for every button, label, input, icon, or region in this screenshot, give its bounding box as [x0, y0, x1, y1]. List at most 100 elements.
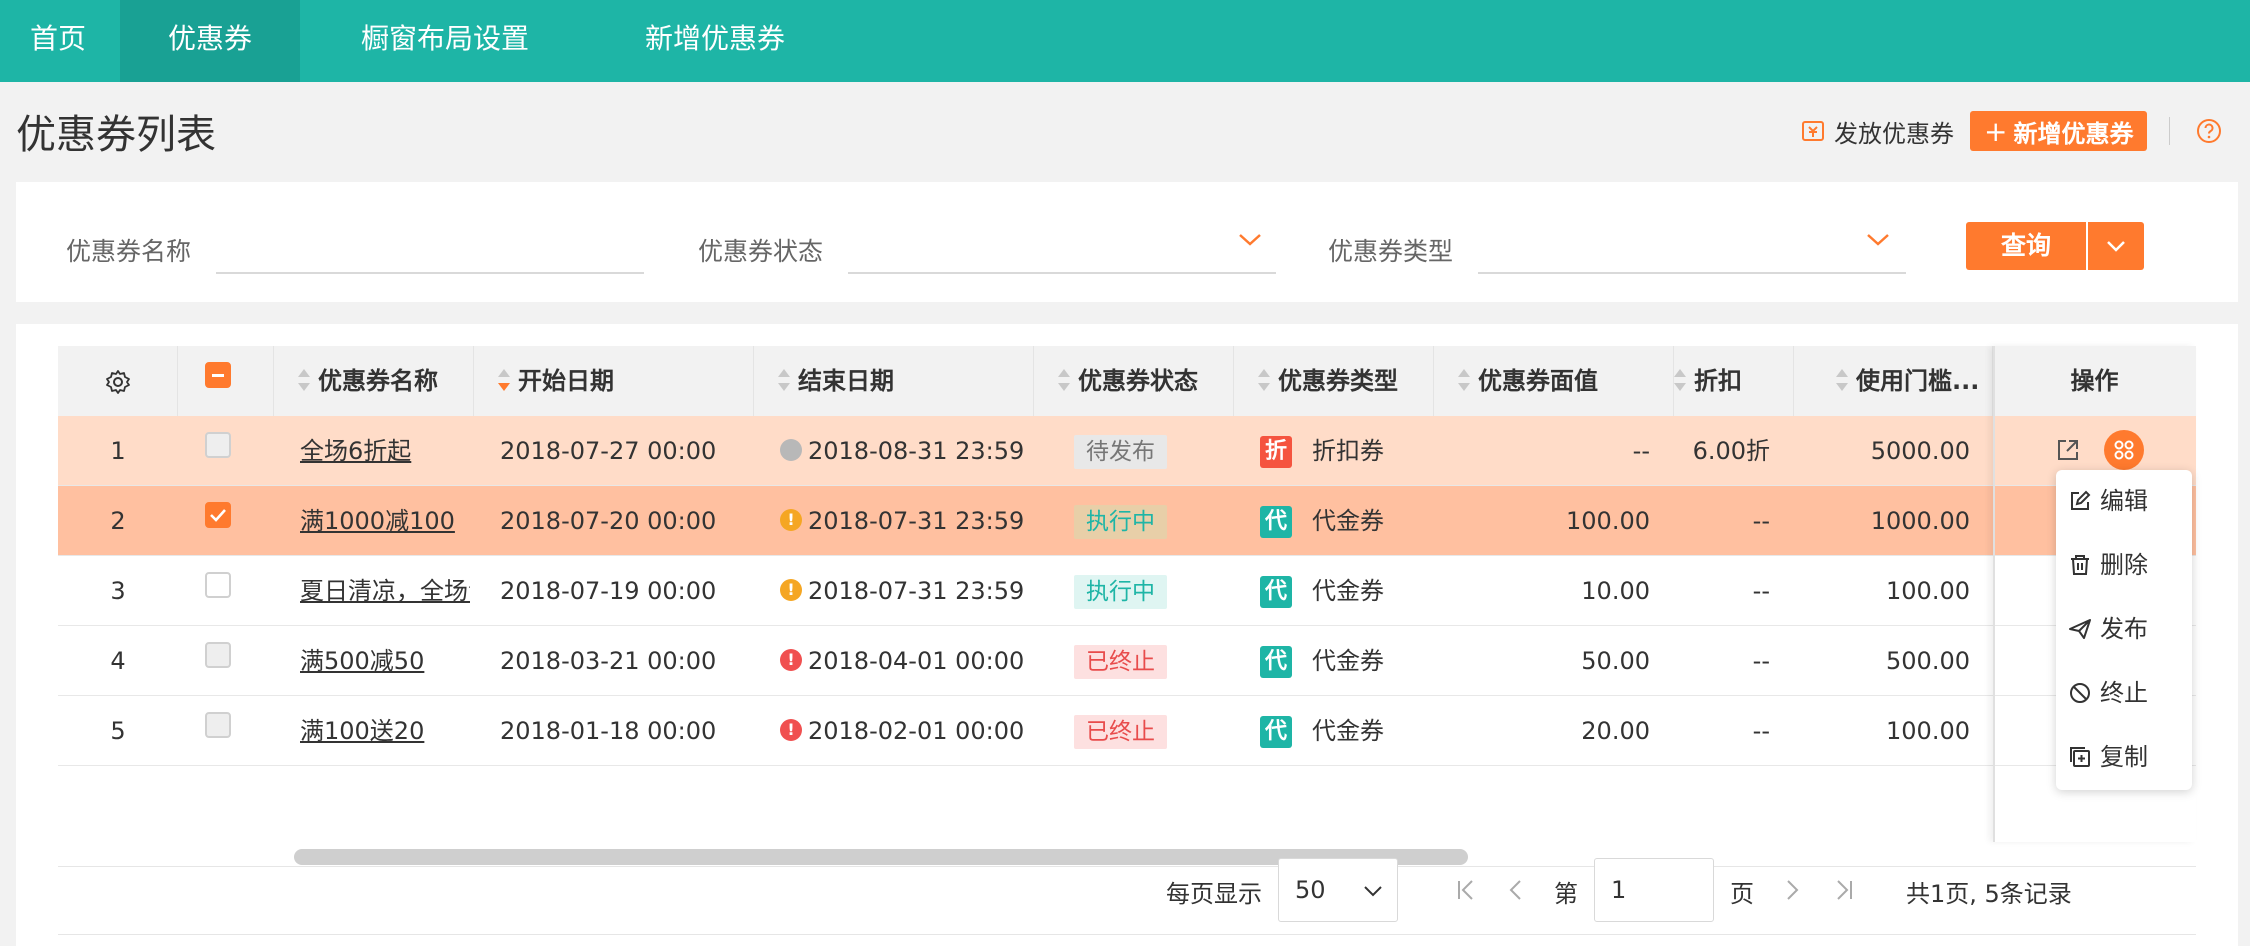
gear-icon[interactable]: [104, 368, 132, 396]
th-name-label: 优惠券名称: [318, 367, 438, 395]
th-discount-label: 折扣: [1694, 367, 1742, 395]
cash-type-icon: 代: [1260, 506, 1292, 538]
last-page-icon[interactable]: [1832, 878, 1856, 902]
row-checkbox[interactable]: [205, 502, 231, 528]
menu-item-edit[interactable]: 编辑: [2068, 481, 2148, 521]
row-checkbox[interactable]: [205, 712, 231, 738]
type-cell: 折折扣券: [1260, 416, 1430, 486]
face-value: 100.00: [1566, 507, 1650, 535]
check-icon: [210, 509, 226, 522]
start-date: 2018-01-18 00:00: [500, 717, 717, 745]
sort-icon[interactable]: [298, 369, 310, 391]
table-row[interactable]: 4 满500减50 2018-03-21 00:00 ! 2018-04-01 0…: [58, 626, 2196, 696]
coupon-type-select[interactable]: [1478, 272, 1906, 274]
th-end[interactable]: 结束日期: [754, 346, 1034, 416]
sort-icon[interactable]: [778, 369, 790, 391]
query-button[interactable]: 查询: [1966, 222, 2086, 270]
coupon-type: 代金券: [1312, 647, 1384, 675]
coupon-name-link[interactable]: 满100送20: [300, 717, 424, 745]
menu-item-copy[interactable]: 复制: [2068, 737, 2148, 777]
end-date-cell: ! 2018-07-31 23:59: [780, 556, 1030, 626]
next-page-icon[interactable]: [1780, 878, 1804, 902]
type-cell: 代代金券: [1260, 486, 1430, 556]
alert-icon: !: [780, 649, 802, 671]
status-badge: 待发布: [1074, 435, 1167, 469]
sort-icon[interactable]: [1458, 369, 1470, 391]
row-checkbox[interactable]: [205, 432, 231, 458]
sort-icon[interactable]: [1258, 369, 1270, 391]
chevron-down-icon[interactable]: [1864, 226, 1892, 254]
add-coupon-button[interactable]: + 新增优惠券: [1970, 111, 2148, 151]
tab-add-coupon[interactable]: 新增优惠券: [590, 0, 840, 82]
tab-coupons[interactable]: 优惠券: [120, 0, 300, 82]
tab-window-layout[interactable]: 橱窗布局设置: [300, 0, 590, 82]
th-discount[interactable]: 折扣: [1674, 346, 1794, 416]
menu-item-publish[interactable]: 发布: [2068, 609, 2148, 649]
table-row[interactable]: 2 满1000减100 2018-07-20 00:00 ! 2018-07-31…: [58, 486, 2196, 556]
discount-value: --: [1752, 577, 1770, 605]
per-page-label: 每页显示: [1166, 880, 1262, 908]
row-checkbox[interactable]: [205, 572, 231, 598]
plus-icon: +: [1984, 114, 2008, 148]
threshold-value: 100.00: [1886, 577, 1970, 605]
page-number-input[interactable]: 1: [1594, 858, 1714, 922]
sort-icon[interactable]: [1058, 369, 1070, 391]
sort-icon[interactable]: [1836, 369, 1848, 391]
status-cell: 待发布: [1074, 416, 1234, 486]
type-cell: 代代金券: [1260, 556, 1430, 626]
coupon-name-input[interactable]: [216, 272, 644, 274]
status-cell: 执行中: [1074, 486, 1234, 556]
query-dropdown-button[interactable]: [2088, 222, 2144, 270]
issue-coupon-button[interactable]: 发放优惠券: [1800, 114, 1954, 149]
coupon-status-select[interactable]: [848, 272, 1276, 274]
row-checkbox[interactable]: [205, 642, 231, 668]
column-settings[interactable]: [58, 346, 178, 416]
menu-item-delete[interactable]: 删除: [2068, 545, 2148, 585]
face-value: 20.00: [1581, 717, 1650, 745]
face-value: 10.00: [1581, 577, 1650, 605]
sort-desc-icon[interactable]: [498, 369, 510, 391]
prev-page-icon[interactable]: [1504, 878, 1528, 902]
per-page-select[interactable]: 50: [1278, 858, 1398, 922]
sort-icon[interactable]: [1674, 369, 1686, 391]
table-row[interactable]: 5 满100送20 2018-01-18 00:00 ! 2018-02-01 0…: [58, 696, 2196, 766]
send-icon: [2069, 619, 2091, 639]
tab-home[interactable]: 首页: [0, 0, 120, 82]
th-threshold[interactable]: 使用门槛...: [1794, 346, 1993, 416]
alert-icon: !: [780, 719, 802, 741]
start-date: 2018-07-19 00:00: [500, 577, 717, 605]
divider: [58, 934, 2196, 935]
th-face-value[interactable]: 优惠券面值: [1434, 346, 1674, 416]
th-end-label: 结束日期: [798, 367, 894, 395]
th-type[interactable]: 优惠券类型: [1234, 346, 1434, 416]
select-all-checkbox[interactable]: [205, 362, 231, 388]
end-date: 2018-02-01 00:00: [808, 717, 1025, 745]
coupon-name-link[interactable]: 满500减50: [300, 647, 424, 675]
chevron-down-icon: [1364, 886, 1382, 897]
status-cell: 执行中: [1074, 556, 1234, 626]
coupon-name-label: 优惠券名称: [66, 237, 192, 266]
add-coupon-label: 新增优惠券: [2013, 119, 2134, 148]
first-page-icon[interactable]: [1454, 878, 1478, 902]
coupon-name-link[interactable]: 夏日清凉，全场包: [300, 577, 470, 605]
cash-type-icon: 代: [1260, 646, 1292, 678]
coupon-name-link[interactable]: 全场6折起: [300, 437, 411, 465]
th-start[interactable]: 开始日期: [474, 346, 754, 416]
th-status[interactable]: 优惠券状态: [1034, 346, 1234, 416]
header-actions: 发放优惠券 + 新增优惠券: [1800, 111, 2222, 151]
table-row[interactable]: 1 全场6折起 2018-07-27 00:00 2018-08-31 23:5…: [58, 416, 2196, 486]
end-date: 2018-07-31 23:59: [808, 507, 1025, 535]
page-prefix-label: 第: [1554, 880, 1578, 908]
type-cell: 代代金券: [1260, 696, 1430, 766]
help-icon[interactable]: [2196, 118, 2222, 144]
top-nav: 首页 优惠券 橱窗布局设置 新增优惠券: [0, 0, 2250, 82]
table-row[interactable]: 3 夏日清凉，全场包 2018-07-19 00:00 ! 2018-07-31 …: [58, 556, 2196, 626]
coupon-name-link[interactable]: 满1000减100: [300, 507, 455, 535]
chevron-down-icon[interactable]: [1236, 226, 1264, 254]
ban-icon: [2070, 683, 2090, 703]
face-value: 50.00: [1581, 647, 1650, 675]
menu-item-terminate[interactable]: 终止: [2068, 673, 2148, 713]
th-face-value-label: 优惠券面值: [1478, 367, 1598, 395]
th-name[interactable]: 优惠券名称: [274, 346, 474, 416]
threshold-value: 5000.00: [1870, 437, 1970, 465]
